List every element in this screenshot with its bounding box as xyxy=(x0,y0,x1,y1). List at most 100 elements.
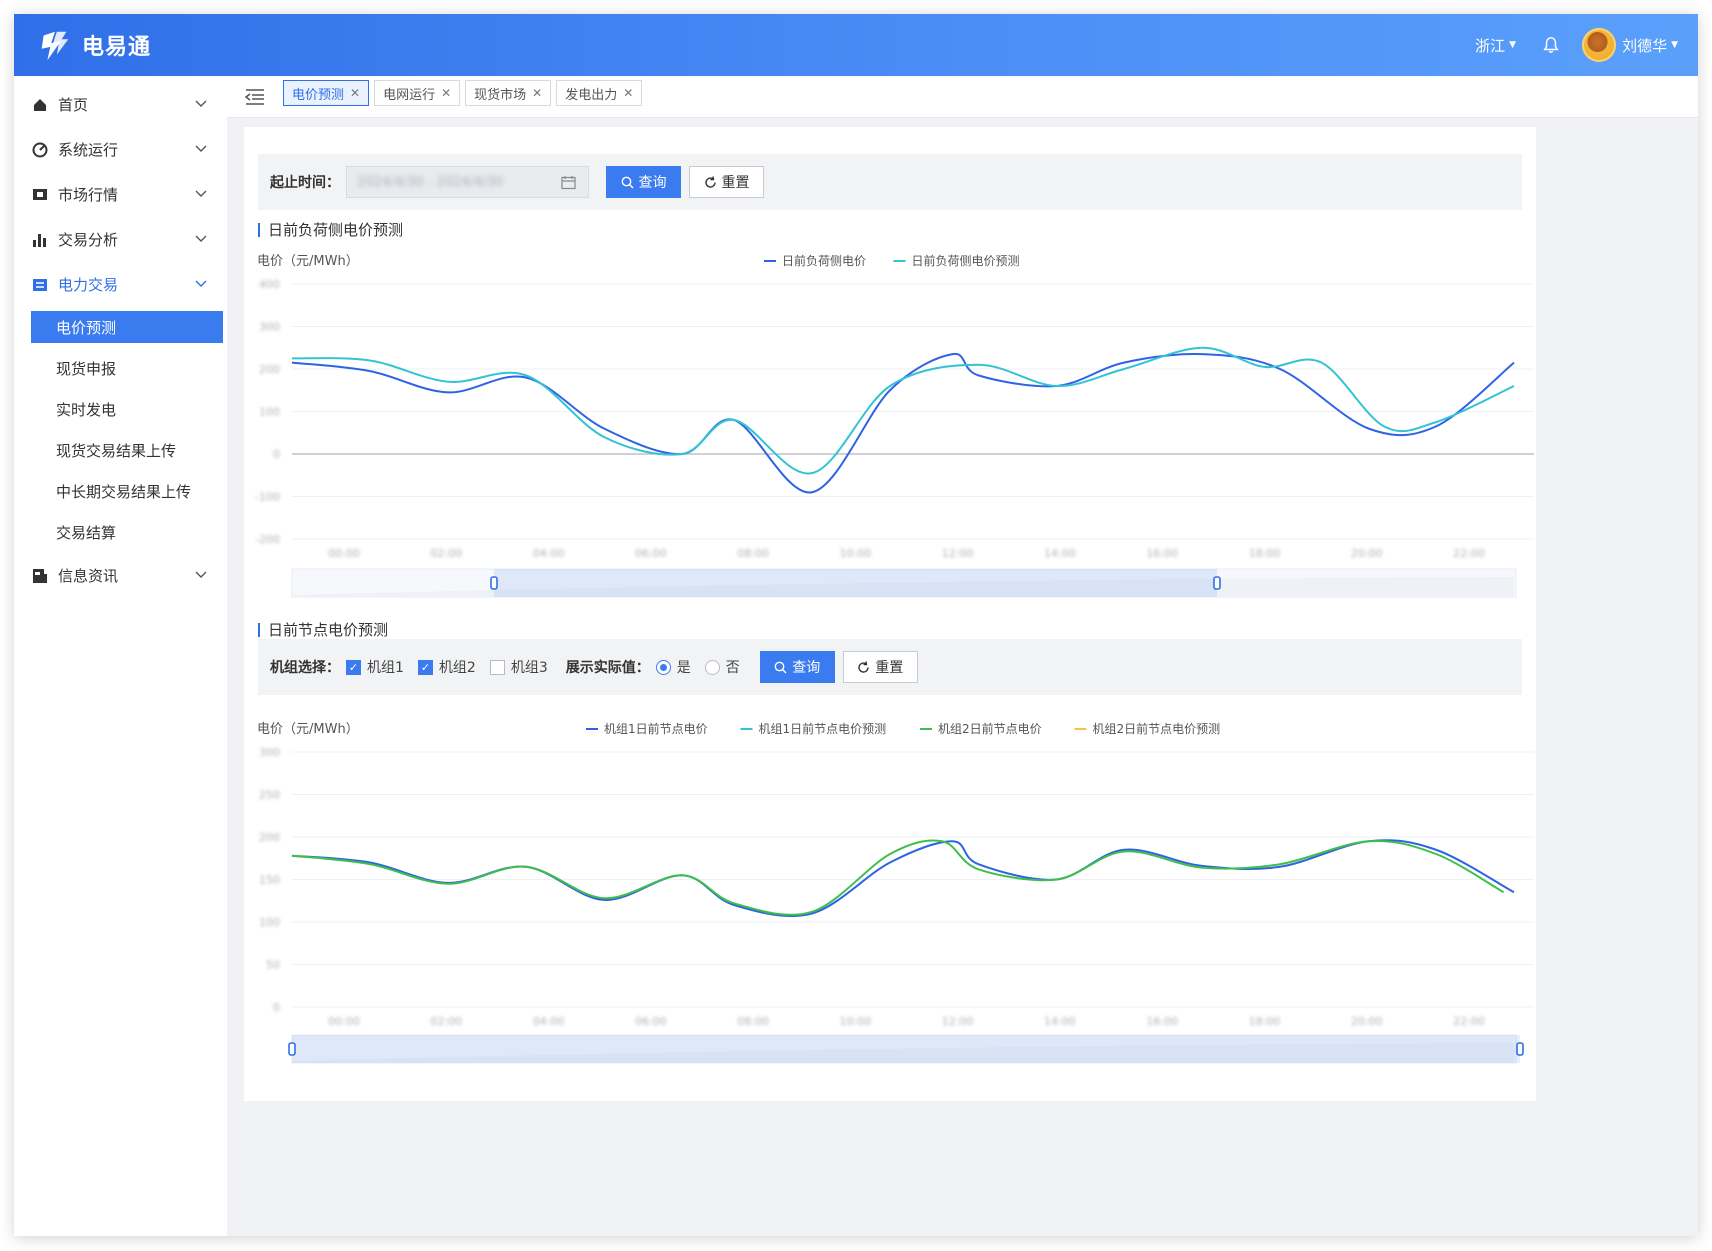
zoom-slider-handle xyxy=(490,576,498,590)
tab-spot-market[interactable]: 现货市场 ✕ xyxy=(465,80,552,106)
legend-item: 机组1日前节点电价 xyxy=(604,721,708,736)
reset-button-2[interactable]: 重置 xyxy=(842,651,918,683)
content-card: 起止时间： 2024/4/30 - 2024/4/30 查询 重置 日前负荷侧电… xyxy=(244,127,1536,1101)
query-button[interactable]: 查询 xyxy=(606,166,681,198)
radio-yes[interactable]: 是 xyxy=(655,657,691,677)
region-selector[interactable]: 浙江 ▼ xyxy=(1475,35,1516,56)
checkbox-unit2[interactable]: ✓ 机组2 xyxy=(417,657,476,677)
filter-bar-units: 机组选择： ✓ 机组1 ✓ 机组2 机组3 展示实际值： 是 否 查询 重置 xyxy=(258,639,1522,695)
bell-icon[interactable] xyxy=(1542,36,1560,54)
sidebar-item-label: 交易分析 xyxy=(58,231,119,249)
tab-label: 现货市场 xyxy=(474,87,527,103)
checkbox-unit3[interactable]: 机组3 xyxy=(489,657,548,677)
sidebar-item-power-trading[interactable]: 电力交易 xyxy=(14,262,227,307)
x-tick-label: 14:00 xyxy=(1044,547,1076,560)
radio-yes-label: 是 xyxy=(676,660,691,676)
tab-price-forecast[interactable]: 电价预测 ✕ xyxy=(283,80,370,106)
tab-grid-operation[interactable]: 电网运行 ✕ xyxy=(374,80,461,106)
series-line xyxy=(291,346,1515,475)
sidebar-item-analysis[interactable]: 交易分析 xyxy=(14,217,227,262)
y-tick-label: 100 xyxy=(259,406,280,419)
tab-label: 电网运行 xyxy=(383,87,436,103)
sidebar-item-news[interactable]: 信息资讯 xyxy=(14,553,227,598)
x-tick-label: 08:00 xyxy=(737,547,769,560)
refresh-icon xyxy=(704,175,716,188)
filter-bar-time: 起止时间： 2024/4/30 - 2024/4/30 查询 重置 xyxy=(258,154,1522,210)
chevron-down-icon xyxy=(195,235,207,242)
x-tick-label: 12:00 xyxy=(942,1015,974,1028)
radio-no[interactable]: 否 xyxy=(704,657,740,677)
query-button-2[interactable]: 查询 xyxy=(759,651,835,683)
sidebar-subitem-settlement[interactable]: 交易结算 xyxy=(14,512,227,553)
reset-label: 重置 xyxy=(721,175,750,191)
caret-down-icon: ▼ xyxy=(1671,40,1678,50)
section-title-load-price: 日前负荷侧电价预测 xyxy=(258,223,403,238)
sidebar-item-label: 电力交易 xyxy=(58,276,119,294)
trade-icon xyxy=(33,278,47,291)
tab-label: 电价预测 xyxy=(292,87,345,103)
reset-button[interactable]: 重置 xyxy=(689,166,764,198)
sidebar-subitem-spot-declare[interactable]: 现货申报 xyxy=(14,348,227,389)
menu-fold-icon[interactable] xyxy=(245,88,265,106)
sidebar-item-system[interactable]: 系统运行 xyxy=(14,127,227,172)
x-tick-label: 20:00 xyxy=(1351,1015,1383,1028)
close-icon[interactable]: ✕ xyxy=(532,86,542,100)
dashboard-icon xyxy=(32,142,48,157)
x-tick-label: 20:00 xyxy=(1351,547,1383,560)
close-icon[interactable]: ✕ xyxy=(350,86,360,100)
y-tick-label: 0 xyxy=(273,1001,280,1014)
y-tick-label: 300 xyxy=(259,321,280,334)
x-tick-label: 04:00 xyxy=(533,547,565,560)
date-range-value: 2024/4/30 - 2024/4/30 xyxy=(357,174,504,190)
x-tick-label: 22:00 xyxy=(1453,1015,1485,1028)
checkbox-empty-icon xyxy=(489,659,505,675)
sidebar: 首页 系统运行 市场行情 交易分析 电力交易 电价预测 现货申报 实时发电 现货… xyxy=(14,76,227,1236)
legend-item: 日前负荷侧电价预测 xyxy=(912,253,1020,268)
user-menu[interactable]: 刘德华 ▼ xyxy=(1582,28,1678,62)
refresh-icon xyxy=(858,660,869,673)
checkbox-unit1[interactable]: ✓ 机组1 xyxy=(346,657,404,677)
unit-label: 机组3 xyxy=(510,660,548,676)
sidebar-subitem-longterm-upload[interactable]: 中长期交易结果上传 xyxy=(14,471,227,512)
avatar xyxy=(1582,28,1617,62)
sidebar-item-home[interactable]: 首页 xyxy=(14,82,227,127)
sidebar-subitem-realtime-gen[interactable]: 实时发电 xyxy=(14,389,227,430)
chevron-down-icon xyxy=(195,571,207,578)
query-label: 查询 xyxy=(638,175,667,191)
sidebar-subitem-price-forecast[interactable]: 电价预测 xyxy=(31,311,223,343)
radio-off-icon xyxy=(704,659,720,675)
date-range-picker[interactable]: 2024/4/30 - 2024/4/30 xyxy=(346,166,589,198)
legend-item: 日前负荷侧电价 xyxy=(782,253,866,268)
y-tick-label: -100 xyxy=(255,491,280,504)
tab-bar: 电价预测 ✕ 电网运行 ✕ 现货市场 ✕ 发电出力 ✕ xyxy=(227,76,1698,118)
x-tick-label: 10:00 xyxy=(840,547,872,560)
tab-generation-output[interactable]: 发电出力 ✕ xyxy=(556,80,643,106)
series-line xyxy=(291,352,1515,494)
chevron-down-icon xyxy=(195,145,207,152)
x-tick-label: 06:00 xyxy=(635,1015,667,1028)
x-tick-label: 08:00 xyxy=(737,1015,769,1028)
search-icon xyxy=(621,176,633,188)
x-tick-label: 00:00 xyxy=(328,547,360,560)
logo[interactable]: 电易通 xyxy=(36,26,151,64)
sidebar-item-label: 信息资讯 xyxy=(58,567,119,585)
app-window: 电易通 浙江 ▼ 刘德华 ▼ 首页 系统运行 市场行情 交易分析 电力交易 电价… xyxy=(14,14,1698,1236)
y-tick-label: 250 xyxy=(259,789,280,802)
close-icon[interactable]: ✕ xyxy=(441,86,451,100)
y-axis-label: 电价（元/MWh） xyxy=(257,722,359,737)
sidebar-item-market[interactable]: 市场行情 xyxy=(14,172,227,217)
unit-label: 机组2 xyxy=(438,660,476,676)
monitor-icon xyxy=(33,188,47,200)
region-label: 浙江 xyxy=(1475,36,1506,55)
y-axis-label: 电价（元/MWh） xyxy=(257,254,359,269)
caret-down-icon: ▼ xyxy=(1509,40,1517,50)
close-icon[interactable]: ✕ xyxy=(623,86,633,100)
legend-item: 机组1日前节点电价预测 xyxy=(759,721,887,736)
sidebar-subitem-spot-upload[interactable]: 现货交易结果上传 xyxy=(14,430,227,471)
x-tick-label: 02:00 xyxy=(430,547,462,560)
x-tick-label: 14:00 xyxy=(1044,1015,1076,1028)
x-tick-label: 06:00 xyxy=(635,547,667,560)
query-label: 查询 xyxy=(792,660,821,676)
radio-no-label: 否 xyxy=(725,660,740,676)
zoom-slider-window xyxy=(494,569,1217,597)
